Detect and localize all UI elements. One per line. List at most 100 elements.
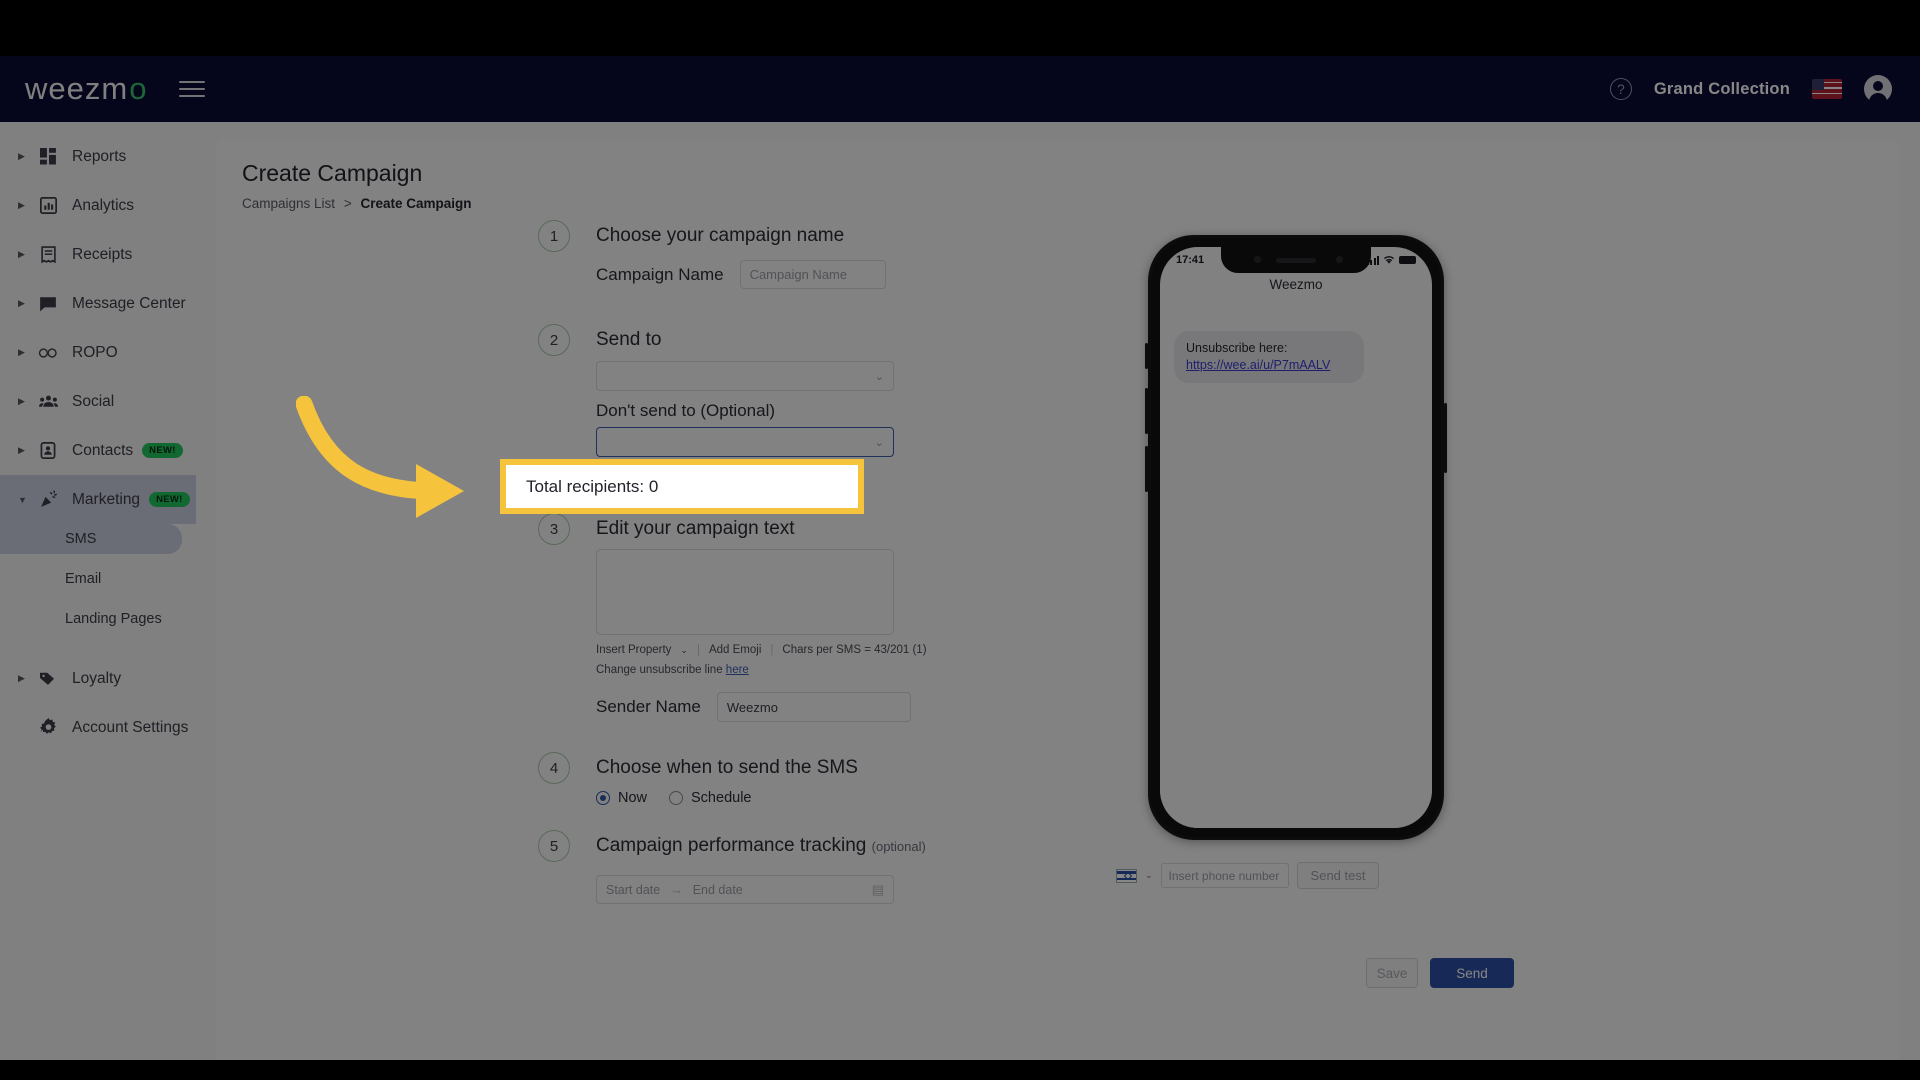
step-5-number: 5 — [538, 830, 570, 862]
sidebar-subitem-label: Email — [65, 571, 102, 587]
send-to-select[interactable]: ⌄ — [596, 361, 894, 391]
chevron-right-icon: ▶ — [18, 347, 25, 357]
unsubscribe-line-row: Change unsubscribe line here — [596, 664, 958, 676]
editor-toolbar: Insert Property ⌄ | Add Emoji | Chars pe… — [596, 644, 927, 656]
us-flag-icon[interactable] — [1812, 79, 1842, 99]
dont-send-to-select[interactable]: ⌄ — [596, 427, 894, 457]
chevron-right-icon: ▶ — [18, 249, 25, 259]
campaign-name-input[interactable]: Campaign Name — [739, 260, 886, 289]
total-recipients-highlight: Total recipients: 0 — [500, 459, 864, 514]
step-3: 3 Edit your campaign text — [538, 513, 958, 545]
new-badge: NEW! — [149, 492, 190, 507]
sidebar-item-label: Account Settings — [72, 718, 189, 736]
chart-icon — [35, 197, 61, 214]
sms-message-link[interactable]: https://wee.ai/u/P7mAALV — [1186, 358, 1330, 372]
sidebar-item-social[interactable]: ▶ Social — [0, 377, 196, 426]
campaign-form: 1 Choose your campaign name Campaign Nam… — [538, 220, 958, 904]
breadcrumb-campaigns-list[interactable]: Campaigns List — [242, 196, 335, 211]
campaign-name-label: Campaign Name — [596, 264, 724, 284]
front-camera-icon — [1254, 256, 1261, 263]
breadcrumb: Campaigns List > Create Campaign — [242, 196, 1874, 211]
sidebar-item-account-settings[interactable]: Account Settings — [0, 703, 196, 752]
chevron-down-icon: ⌄ — [874, 436, 884, 449]
dashboard-icon — [35, 148, 61, 165]
chevron-right-icon: ▶ — [18, 673, 25, 683]
dont-send-to-label: Don't send to (Optional) — [596, 401, 776, 420]
hamburger-icon[interactable] — [179, 76, 206, 102]
sidebar-subitem-landing-pages[interactable]: Landing Pages — [0, 606, 196, 632]
sidebar-item-label: ROPO — [72, 343, 118, 361]
annotation-arrow-icon — [296, 396, 464, 518]
sidebar-subitem-sms[interactable]: SMS — [0, 524, 182, 554]
phone-button-mute — [1145, 343, 1148, 369]
chevron-down-icon[interactable]: ⌄ — [1145, 870, 1153, 881]
breadcrumb-current: Create Campaign — [360, 196, 472, 211]
chevron-right-icon: ▶ — [18, 151, 25, 161]
send-timing-options: Now Schedule — [596, 790, 958, 806]
phone-screen: 17:41 Weezmo Unsubscribe here: https://w… — [1160, 247, 1432, 828]
sidebar-item-loyalty[interactable]: ▶ Loyalty — [0, 654, 196, 703]
megaphone-icon — [35, 490, 61, 509]
avatar[interactable] — [1864, 75, 1892, 104]
sidebar-item-receipts[interactable]: ▶ Receipts — [0, 230, 196, 279]
phone-notch — [1221, 247, 1371, 273]
weezmo-logo[interactable]: weezm o — [25, 71, 147, 107]
chevron-down-icon: ▼ — [18, 494, 27, 505]
sender-name-input[interactable]: Weezmo — [716, 692, 911, 722]
send-test-button[interactable]: Send test — [1296, 862, 1380, 889]
breadcrumb-separator: > — [343, 196, 352, 211]
step-4-title: Choose when to send the SMS — [596, 757, 858, 778]
sidebar-item-label: Analytics — [72, 196, 135, 214]
il-flag-icon[interactable] — [1116, 868, 1137, 883]
tracking-date-range[interactable]: Start date → End date ▤ — [596, 875, 894, 904]
sidebar-item-reports[interactable]: ▶ Reports — [0, 132, 196, 181]
logo-accent: o — [129, 71, 148, 106]
radio-schedule[interactable] — [669, 791, 684, 805]
people-icon — [35, 394, 61, 409]
unsubscribe-here-link[interactable]: here — [726, 664, 749, 676]
send-test-row: ⌄ Insert phone number Send test — [1116, 862, 1536, 889]
sidebar-item-ropo[interactable]: ▶ ROPO — [0, 328, 196, 377]
step-4-number: 4 — [538, 752, 570, 784]
step-5-title-wrap: Campaign performance tracking (optional) — [596, 830, 926, 863]
radio-schedule-label: Schedule — [691, 790, 752, 806]
chevron-right-icon: ▶ — [18, 298, 25, 308]
chevron-down-icon: ⌄ — [874, 370, 884, 383]
tag-icon — [35, 670, 61, 687]
end-date-input[interactable]: End date — [693, 883, 743, 897]
top-navigation-bar: weezm o ? Grand Collection — [0, 56, 1920, 122]
status-icons — [1366, 255, 1416, 265]
topbar-right-group: ? Grand Collection — [1609, 75, 1892, 104]
step-4: 4 Choose when to send the SMS — [538, 752, 958, 784]
radio-now[interactable] — [596, 791, 610, 805]
test-phone-input[interactable]: Insert phone number — [1160, 863, 1289, 888]
sms-message-line1: Unsubscribe here: — [1186, 341, 1288, 355]
start-date-input[interactable]: Start date — [606, 883, 660, 897]
send-button[interactable]: Send — [1430, 958, 1514, 988]
save-button[interactable]: Save — [1366, 958, 1418, 988]
sidebar-item-analytics[interactable]: ▶ Analytics — [0, 181, 196, 230]
phone-conversation-title: Weezmo — [1269, 277, 1323, 292]
account-name: Grand Collection — [1653, 79, 1790, 98]
infinity-icon — [35, 346, 61, 360]
gear-icon — [35, 718, 61, 737]
sidebar-subitem-label: Landing Pages — [65, 611, 162, 627]
chars-counter: Chars per SMS = 43/201 (1) — [782, 644, 927, 656]
sidebar: ▶ Reports ▶ Analytics ▶ Receipts ▶ Messa… — [0, 122, 196, 1060]
step-3-title: Edit your campaign text — [596, 518, 795, 539]
speaker-grille — [1276, 257, 1316, 263]
help-icon[interactable]: ? — [1609, 78, 1632, 100]
chevron-right-icon: ▶ — [18, 445, 25, 455]
sidebar-item-contacts[interactable]: ▶ Contacts NEW! — [0, 426, 196, 475]
sidebar-subitem-email[interactable]: Email — [0, 566, 196, 592]
calendar-icon[interactable]: ▤ — [872, 882, 884, 898]
add-emoji-button[interactable]: Add Emoji — [709, 644, 761, 656]
sms-message-bubble: Unsubscribe here: https://wee.ai/u/P7mAA… — [1174, 331, 1364, 383]
sidebar-item-label: Receipts — [72, 245, 133, 263]
sidebar-item-label: Loyalty — [72, 669, 122, 687]
sidebar-item-message-center[interactable]: ▶ Message Center — [0, 279, 196, 328]
insert-property-dropdown[interactable]: Insert Property — [596, 644, 671, 656]
wifi-icon — [1383, 256, 1395, 264]
sidebar-item-marketing[interactable]: ▼ Marketing NEW! — [0, 475, 196, 524]
campaign-text-input[interactable] — [596, 549, 894, 635]
